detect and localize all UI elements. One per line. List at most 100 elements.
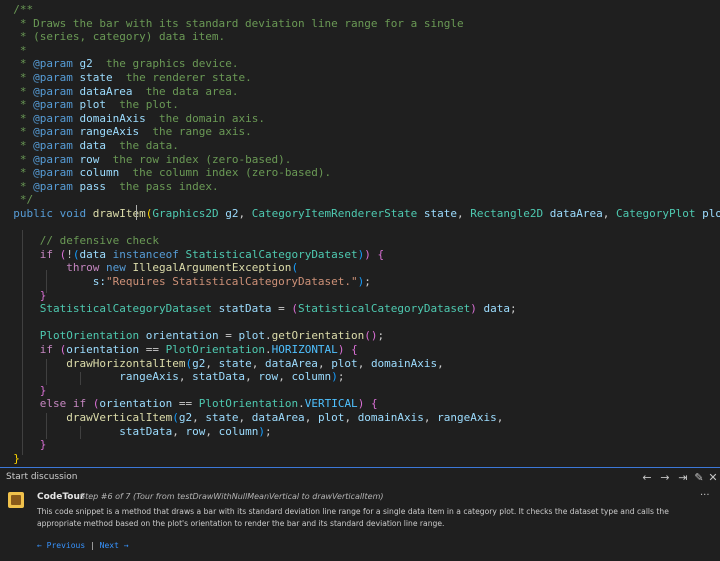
previous-link[interactable]: ← Previous bbox=[37, 541, 85, 550]
code-token: the range axis. bbox=[139, 125, 252, 139]
code-token: ( bbox=[291, 261, 299, 275]
code-token: } bbox=[0, 451, 20, 465]
code-line[interactable]: * bbox=[0, 44, 27, 58]
code-line[interactable]: drawHorizontalItem(g2, state, dataArea, … bbox=[0, 357, 444, 371]
code-line[interactable]: if (orientation == PlotOrientation.HORIZ… bbox=[0, 343, 358, 357]
code-line[interactable]: // defensive check bbox=[0, 234, 159, 248]
code-token: * bbox=[0, 152, 34, 166]
code-token: statData bbox=[192, 370, 246, 384]
more-actions-icon[interactable]: ··· bbox=[700, 490, 710, 501]
code-token: { bbox=[370, 397, 378, 411]
code-line[interactable]: * @param domainAxis the domain axis. bbox=[0, 112, 265, 126]
code-token: } bbox=[39, 288, 47, 302]
code-line[interactable]: * @param g2 the graphics device. bbox=[0, 57, 239, 71]
code-token: throw bbox=[66, 261, 100, 275]
code-token: row bbox=[185, 424, 206, 438]
next-link[interactable]: Next → bbox=[100, 541, 129, 550]
code-token: row bbox=[79, 152, 100, 166]
code-token: // defensive check bbox=[0, 234, 159, 248]
code-token: @param bbox=[33, 71, 73, 84]
code-token: , bbox=[278, 370, 292, 384]
code-token: . bbox=[264, 343, 272, 356]
code-token: ) bbox=[470, 302, 477, 316]
code-line[interactable]: } bbox=[0, 438, 47, 452]
code-line[interactable]: rangeAxis, statData, row, column); bbox=[0, 370, 344, 384]
code-token: data bbox=[79, 139, 107, 152]
code-line[interactable]: * @param column the column index (zero-b… bbox=[0, 166, 331, 180]
code-line[interactable]: s:"Requires StatisticalCategoryDataset."… bbox=[0, 275, 371, 289]
code-token: , bbox=[245, 370, 259, 384]
code-token: if bbox=[72, 397, 87, 411]
code-line[interactable]: /** bbox=[0, 3, 33, 17]
code-editor[interactable]: /** * Draws the bar with its standard de… bbox=[0, 0, 720, 467]
code-line[interactable]: drawVerticalItem(g2, state, dataArea, pl… bbox=[0, 411, 503, 425]
code-line[interactable]: } bbox=[0, 452, 20, 466]
code-token: the data area. bbox=[132, 84, 239, 98]
code-token: ; bbox=[377, 329, 385, 343]
code-token: ! bbox=[66, 247, 73, 261]
code-token: StatisticalCategoryDataset bbox=[185, 247, 358, 261]
code-line[interactable]: } bbox=[0, 384, 47, 398]
code-token: the pass index. bbox=[106, 179, 219, 193]
code-token: == bbox=[139, 343, 166, 356]
code-line[interactable]: } bbox=[0, 288, 47, 303]
code-token: column bbox=[79, 166, 120, 180]
code-token: the domain axis. bbox=[145, 111, 265, 125]
arrow-right-icon[interactable]: → bbox=[659, 471, 671, 484]
code-token: @param bbox=[33, 152, 73, 166]
code-line[interactable]: * Draws the bar with its standard deviat… bbox=[0, 17, 464, 31]
code-line[interactable]: else if (orientation == PlotOrientation.… bbox=[0, 397, 378, 411]
code-token: column bbox=[218, 424, 259, 438]
code-token: , bbox=[602, 207, 616, 220]
step-info: Step #6 of 7 (Tour from testDrawWithNull… bbox=[80, 492, 384, 501]
code-line[interactable]: * @param data the data. bbox=[0, 139, 179, 153]
edit-icon[interactable]: ✎ bbox=[693, 471, 705, 484]
code-line[interactable]: if (!(data instanceof StatisticalCategor… bbox=[0, 248, 384, 262]
code-line[interactable]: */ bbox=[0, 193, 33, 207]
code-token: , bbox=[304, 411, 318, 424]
code-line[interactable]: * @param plot the plot. bbox=[0, 98, 179, 112]
code-token: CategoryPlot bbox=[616, 207, 696, 220]
code-token: the column index (zero-based). bbox=[119, 166, 332, 180]
code-token: = bbox=[218, 329, 239, 343]
code-token: */ bbox=[0, 193, 34, 207]
code-line[interactable]: * @param state the renderer state. bbox=[0, 71, 252, 85]
code-token: g2 bbox=[192, 356, 206, 370]
code-token: @param bbox=[33, 98, 73, 112]
code-token: the renderer state. bbox=[112, 71, 252, 84]
arrow-left-icon[interactable]: ← bbox=[641, 471, 653, 484]
code-token: row bbox=[258, 370, 279, 384]
collapse-icon[interactable]: ⇥ bbox=[677, 471, 689, 484]
code-line[interactable]: PlotOrientation orientation = plot.getOr… bbox=[0, 329, 384, 343]
close-icon[interactable]: ✕ bbox=[707, 471, 719, 484]
code-line[interactable]: public void drawItem(Graphics2D g2, Cate… bbox=[0, 207, 720, 221]
code-token: StatisticalCategoryDataset bbox=[298, 302, 471, 316]
codetour-avatar bbox=[8, 492, 24, 508]
code-token: /** bbox=[0, 3, 34, 16]
code-line[interactable]: statData, row, column); bbox=[0, 424, 271, 439]
code-token: IllegalArgumentException bbox=[132, 261, 292, 275]
code-token: VERTICAL bbox=[304, 397, 358, 411]
code-line[interactable]: * @param dataArea the data area. bbox=[0, 84, 239, 99]
code-line[interactable]: * @param rangeAxis the range axis. bbox=[0, 125, 252, 139]
code-line[interactable]: StatisticalCategoryDataset statData = (S… bbox=[0, 302, 517, 316]
code-token: @param bbox=[33, 179, 73, 193]
start-discussion-label[interactable]: Start discussion bbox=[6, 472, 78, 482]
code-token: statData bbox=[119, 424, 173, 438]
code-token: plot bbox=[79, 98, 107, 112]
code-token: plot bbox=[238, 329, 265, 343]
code-line[interactable]: * @param row the row index (zero-based). bbox=[0, 152, 292, 167]
code-line[interactable]: throw new IllegalArgumentException( bbox=[0, 261, 298, 275]
text-cursor bbox=[136, 205, 137, 220]
code-line[interactable]: * @param pass the pass index. bbox=[0, 180, 219, 194]
code-line[interactable]: * (series, category) data item. bbox=[0, 30, 225, 44]
